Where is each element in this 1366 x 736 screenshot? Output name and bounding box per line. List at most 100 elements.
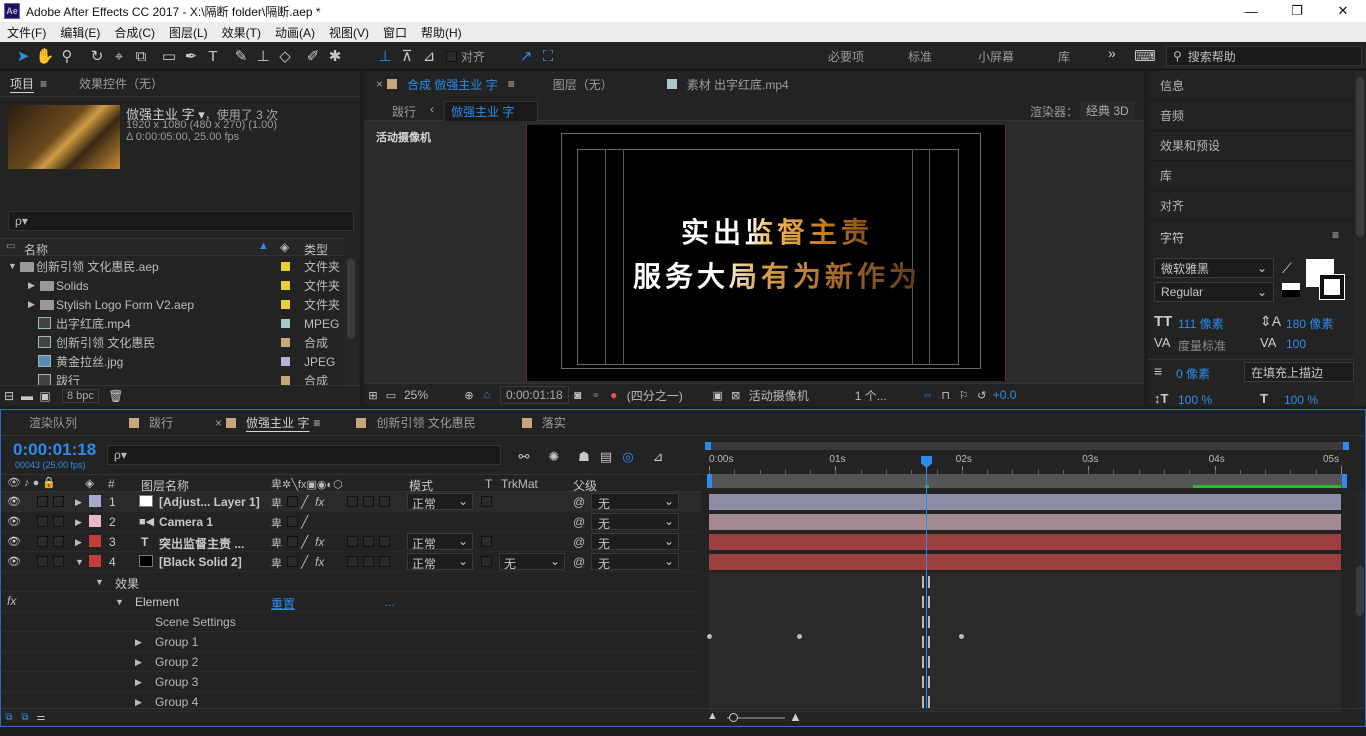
resolution-dropdown[interactable]: (四分之一)	[627, 387, 709, 404]
clone-stamp-icon[interactable]: ⊥	[252, 45, 274, 67]
tab-effect-controls[interactable]: 效果控件（无）	[69, 75, 173, 92]
close-button[interactable]: ✕	[1320, 0, 1366, 22]
pan-behind-tool-icon[interactable]: ⧉	[130, 45, 152, 67]
panel-align[interactable]: 对齐	[1148, 191, 1354, 221]
label-color-swatch[interactable]	[281, 281, 290, 290]
panel-menu-icon[interactable]: ≡	[40, 77, 47, 91]
tab-comp-paohang[interactable]: 跋行	[145, 414, 183, 431]
keyframe-dot[interactable]	[707, 634, 712, 639]
timeline-scrollbar[interactable]	[1355, 492, 1365, 708]
panel-effects-presets[interactable]: 效果和预设	[1148, 131, 1354, 161]
zoom-slider-thumb[interactable]	[729, 713, 738, 722]
layer-duration-bar[interactable]	[709, 534, 1341, 550]
time-ruler[interactable]: 0:00s 01s 02s 03s 04s 05s	[705, 452, 1349, 474]
workspace-small-screen[interactable]: 小屏幕	[978, 48, 1014, 65]
frame-blending-icon[interactable]: ▤	[595, 446, 617, 468]
close-tab-icon[interactable]: ×	[211, 416, 226, 430]
zoom-dropdown[interactable]: 25%	[404, 388, 460, 402]
minimize-button[interactable]: —	[1228, 0, 1274, 22]
tab-comp-active[interactable]: 倣强主业 字	[242, 414, 319, 431]
menu-help[interactable]: 帮助(H)	[414, 24, 469, 41]
tab-render-queue[interactable]: 渲染队列	[19, 414, 87, 431]
view-axis-icon[interactable]: ⊿	[418, 45, 440, 67]
flowchart-icon[interactable]: ⚐	[955, 384, 973, 406]
project-search-input[interactable]: ρ▾	[8, 211, 354, 231]
comp-flowchart-icon[interactable]: ⚯	[513, 446, 535, 468]
menu-layer[interactable]: 图层(L)	[162, 24, 215, 41]
timeline-scroll-thumb[interactable]	[1356, 566, 1364, 616]
label-color-swatch[interactable]	[281, 376, 290, 385]
timeline-current-time[interactable]: 0:00:01:18	[13, 440, 96, 460]
eraser-tool-icon[interactable]: ◇	[274, 45, 296, 67]
expand-stretch-icon[interactable]: ⚌	[33, 707, 49, 729]
camera-view-dropdown[interactable]: 活动摄像机	[749, 387, 849, 404]
menu-composition[interactable]: 合成(C)	[107, 24, 162, 41]
label-color-swatch[interactable]	[281, 262, 290, 271]
panel-audio[interactable]: 音频	[1148, 101, 1354, 131]
roto-brush-icon[interactable]: ✐	[302, 45, 324, 67]
delete-icon[interactable]: 🗑	[107, 385, 125, 407]
menu-view[interactable]: 视图(V)	[322, 24, 376, 41]
font-family-dropdown[interactable]: 微软雅黑 ⌄	[1154, 258, 1274, 278]
zoom-out-icon[interactable]: ▲	[707, 710, 718, 722]
project-item[interactable]: ▶ Stylish Logo Form V2.aep 文件夹	[0, 295, 360, 314]
snapshot-camera-icon[interactable]: ◙	[569, 384, 587, 406]
snap-edge-icon[interactable]: ↗	[515, 45, 537, 67]
local-axis-icon[interactable]: ⊥	[374, 45, 396, 67]
renderer-dropdown[interactable]: 经典 3D	[1080, 101, 1135, 120]
help-search-input[interactable]: 搜索帮助	[1188, 48, 1236, 65]
interpret-footage-icon[interactable]: ⊟	[0, 385, 18, 407]
tab-comp-luoshi[interactable]: 落实	[538, 414, 576, 431]
project-item[interactable]: ▼创新引领 文化惠民.aep文件夹⚯	[0, 257, 360, 276]
right-scrollbar[interactable]	[1354, 71, 1366, 406]
comp-canvas[interactable]: 实出监督主责 服务大局有为新作为	[526, 125, 1006, 381]
maximize-button[interactable]: ❐	[1274, 0, 1320, 22]
comp-viewport[interactable]: 活动摄像机 实出监督主责 服务大局有为新作为	[364, 121, 1144, 383]
no-fill-icon[interactable]	[1282, 283, 1300, 297]
tab-project[interactable]: 项目	[0, 75, 44, 92]
selection-tool-icon[interactable]: ➤	[12, 45, 34, 67]
stroke-width-value[interactable]: 0 像素	[1176, 365, 1210, 382]
bit-depth-button[interactable]: 8 bpc	[62, 388, 99, 403]
label-color-swatch[interactable]	[281, 300, 290, 309]
sort-ascending-icon[interactable]: ▲	[258, 240, 269, 252]
project-item[interactable]: 创新引领 文化惠民 合成	[0, 333, 360, 352]
views-layout-dropdown[interactable]: 1 个...	[855, 387, 919, 404]
world-axis-icon[interactable]: ⊼	[396, 45, 418, 67]
safe-zones-icon[interactable]: ⊕	[460, 384, 478, 406]
project-item[interactable]: 出字红底.mp4 MPEG	[0, 314, 360, 333]
stroke-color-swatch[interactable]	[1320, 275, 1344, 299]
breadcrumb-current[interactable]: 倣强主业 字	[444, 101, 538, 122]
expand-switches-icon[interactable]: ⧉	[1, 707, 17, 729]
monitor-icon[interactable]: ▭	[382, 384, 400, 406]
current-time-indicator[interactable]	[926, 462, 927, 708]
timeline-search-input[interactable]: ρ▾	[107, 445, 501, 465]
horizontal-scale-value[interactable]: 100 %	[1284, 393, 1318, 407]
collapse-triangle-icon[interactable]: ▶	[28, 299, 35, 310]
zoom-tool-icon[interactable]: ⚲	[56, 45, 78, 67]
toggle-pixel-icon[interactable]: ⇔	[919, 384, 937, 406]
eyedropper-icon[interactable]: ⟋	[1282, 260, 1292, 277]
expand-triangle-icon[interactable]: ▼	[8, 261, 17, 271]
layer-duration-bar[interactable]	[709, 514, 1341, 530]
help-search[interactable]: ⚲ 搜索帮助	[1166, 46, 1362, 66]
panel-menu-icon[interactable]: ≡	[313, 416, 320, 430]
right-scroll-thumb[interactable]	[1356, 77, 1364, 237]
expand-modes-icon[interactable]: ⧉	[17, 707, 33, 729]
hand-tool-icon[interactable]: ✋	[34, 45, 56, 67]
project-scroll-thumb[interactable]	[347, 259, 355, 339]
tab-comp-innovation[interactable]: 创新引领 文化惠民	[372, 414, 485, 431]
motion-blur-icon[interactable]: ◎	[617, 446, 639, 468]
column-type[interactable]: 类型	[304, 241, 328, 258]
rotate-tool-icon[interactable]: ↻	[86, 45, 108, 67]
snap-checkbox[interactable]	[446, 50, 457, 62]
keyframe-dot[interactable]	[797, 634, 802, 639]
layer-duration-bar[interactable]	[709, 554, 1341, 570]
breadcrumb-parent[interactable]: 跋行	[392, 103, 416, 120]
mask-visibility-icon[interactable]: ⌂	[478, 384, 496, 406]
transparency-grid-icon[interactable]: ⊠	[727, 384, 745, 406]
collapse-triangle-icon[interactable]: ▶	[28, 280, 35, 291]
panel-libraries[interactable]: 库	[1148, 161, 1354, 191]
close-tab-icon[interactable]: ×	[364, 77, 387, 91]
new-folder-icon[interactable]: ▬	[18, 385, 36, 407]
